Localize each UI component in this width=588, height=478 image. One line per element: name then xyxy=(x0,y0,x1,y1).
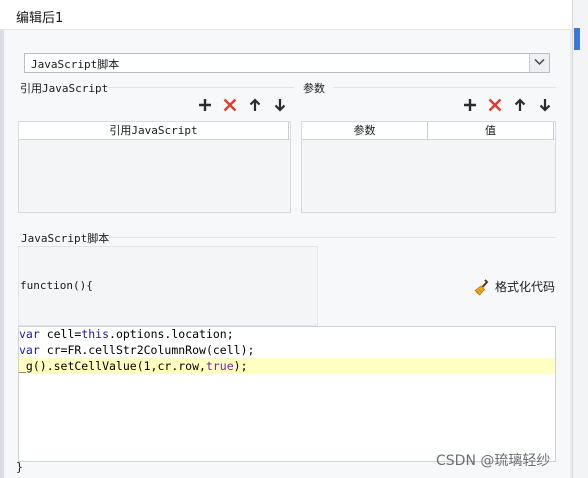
param-value-column-header[interactable]: 值 xyxy=(428,122,554,139)
script-section-divider xyxy=(108,237,556,238)
script-section-label: JavaScript脚本 xyxy=(21,232,110,245)
scrollbar-thumb[interactable] xyxy=(574,28,580,50)
code-editor[interactable]: var cell=this.options.location; var cr=F… xyxy=(18,326,556,462)
chevron-down-icon[interactable] xyxy=(529,54,549,72)
add-import-button[interactable] xyxy=(197,97,213,113)
move-down-param-button[interactable] xyxy=(537,97,553,113)
script-type-select[interactable]: JavaScript脚本 xyxy=(24,53,550,73)
code-line-3[interactable]: _g().setCellValue(1,cr.row,true); xyxy=(19,358,555,374)
delete-import-button[interactable] xyxy=(222,97,238,113)
imports-table[interactable]: 引用JavaScript xyxy=(18,121,291,213)
broom-icon xyxy=(474,279,489,296)
params-table-header: 参数 值 xyxy=(302,122,555,140)
function-closing-brace: } xyxy=(16,460,23,474)
window-title: 编辑后1 xyxy=(16,11,64,26)
script-type-value: JavaScript脚本 xyxy=(31,58,120,71)
window-titlebar: 编辑后1 xyxy=(0,0,572,30)
params-section-divider xyxy=(333,87,556,88)
code-line-2[interactable]: var cr=FR.cellStr2ColumnRow(cell); xyxy=(19,342,555,358)
add-icon xyxy=(199,99,211,111)
move-down-import-button[interactable] xyxy=(272,97,288,113)
move-up-param-button[interactable] xyxy=(512,97,528,113)
function-header-box: function(){ xyxy=(18,246,318,326)
delete-icon xyxy=(488,98,502,112)
delete-param-button[interactable] xyxy=(487,97,503,113)
format-code-label: 格式化代码 xyxy=(495,280,556,294)
window-scrollbar[interactable] xyxy=(572,0,588,478)
imports-table-header: 引用JavaScript xyxy=(19,122,290,140)
imports-section-divider xyxy=(108,87,294,88)
move-down-icon xyxy=(539,99,551,112)
move-up-icon xyxy=(249,98,261,111)
add-param-button[interactable] xyxy=(462,97,478,113)
imports-section-label: 引用JavaScript xyxy=(20,82,109,95)
add-icon xyxy=(464,99,476,111)
params-table[interactable]: 参数 值 xyxy=(301,121,556,213)
move-up-icon xyxy=(514,98,526,111)
params-section-label: 参数 xyxy=(303,82,325,95)
function-header: function(){ xyxy=(20,279,93,292)
code-line-1[interactable]: var cell=this.options.location; xyxy=(19,326,555,342)
move-down-icon xyxy=(274,99,286,112)
watermark: CSDN @琉璃轻纱 xyxy=(436,453,551,469)
move-up-import-button[interactable] xyxy=(247,97,263,113)
imports-column-header[interactable]: 引用JavaScript xyxy=(19,122,289,139)
delete-icon xyxy=(223,98,237,112)
param-name-column-header[interactable]: 参数 xyxy=(302,122,428,139)
